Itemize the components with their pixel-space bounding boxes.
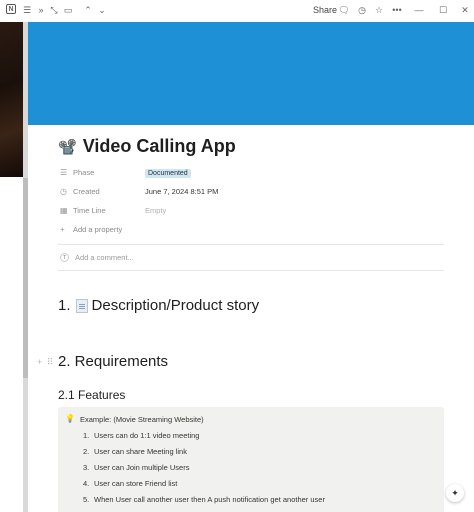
list-item[interactable]: 3. User can Join multiple Users — [83, 463, 189, 472]
property-label: Phase — [73, 167, 95, 177]
list-number: 5. — [83, 495, 90, 504]
chevron-up-icon[interactable]: ⌃ — [82, 4, 94, 16]
heading-text: Description/Product story — [91, 297, 260, 314]
heading-requirements[interactable]: 2. Requirements — [58, 353, 168, 370]
list-item[interactable]: 2. User can share Meeting link — [83, 447, 187, 456]
comment-placeholder: Add a comment... — [75, 253, 134, 262]
list-text: User can Join multiple Users — [94, 463, 190, 472]
list-text: User can store Friend list — [94, 479, 178, 488]
list-number: 3. — [83, 463, 90, 472]
add-property-button[interactable]: + Add a property — [60, 222, 122, 236]
ai-assistant-button[interactable]: ✦ — [446, 484, 464, 502]
menu-icon[interactable]: ☰ — [21, 4, 33, 16]
property-created[interactable]: ◷ Created June 7, 2024 8:51 PM — [60, 184, 360, 198]
page-title-row: 📽️ Video Calling App — [58, 136, 236, 157]
lightbulb-icon[interactable]: 💡 — [65, 414, 75, 423]
property-value: June 7, 2024 8:51 PM — [145, 186, 219, 196]
list-number: 2. — [83, 447, 90, 456]
sidebar-icon[interactable]: ▭ — [62, 4, 74, 16]
calendar-icon: ▦ — [60, 205, 68, 215]
add-property-label: Add a property — [73, 224, 123, 234]
list-number: 4. — [83, 479, 90, 488]
plus-icon: + — [60, 224, 65, 234]
share-button[interactable]: Share — [313, 5, 337, 15]
property-value[interactable]: Documented — [145, 168, 191, 178]
list-text: User can share Meeting link — [94, 447, 187, 456]
sparkle-icon: ✦ — [451, 487, 459, 498]
list-number: 1. — [83, 431, 90, 440]
close-icon[interactable]: ✕ — [459, 4, 471, 16]
property-label: Created — [73, 186, 100, 196]
collapse-icon[interactable]: ⤡ — [48, 4, 60, 16]
list-item[interactable]: 5. When User call another user then A pu… — [83, 495, 325, 504]
heading-description[interactable]: 1. Description/Product story — [58, 297, 259, 314]
list-text: When User call another user then A push … — [94, 495, 325, 504]
double-chevron-icon[interactable]: » — [35, 4, 47, 16]
top-bar: N ☰ » ⤡ ▭ ⌃ ⌄ Share 🗨 ◷ ☆ ••• — ☐ ✕ — [0, 0, 474, 22]
drag-handle-icon[interactable]: + ⠿ — [37, 357, 54, 368]
status-badge: Documented — [145, 168, 191, 178]
history-icon[interactable]: ◷ — [356, 4, 368, 16]
list-item[interactable]: 4. User can store Friend list — [83, 479, 177, 488]
divider — [58, 270, 444, 271]
star-icon[interactable]: ☆ — [373, 4, 385, 16]
heading-features[interactable]: 2.1 Features — [58, 388, 125, 402]
page-title[interactable]: Video Calling App — [83, 136, 236, 157]
callout-block[interactable]: 💡 Example: (Movie Streaming Website) 1. … — [58, 407, 444, 512]
property-phase[interactable]: ☰ Phase Documented — [60, 165, 360, 179]
comment-input[interactable]: T Add a comment... — [60, 253, 134, 262]
callout-title: Example: (Movie Streaming Website) — [80, 415, 204, 424]
divider — [58, 244, 444, 245]
list-item[interactable]: 1. Users can do 1:1 video meeting — [83, 431, 199, 440]
document-icon — [75, 298, 88, 313]
chevron-down-icon[interactable]: ⌄ — [96, 4, 108, 16]
projector-icon[interactable]: 📽️ — [58, 138, 77, 156]
list-text: Users can do 1:1 video meeting — [94, 431, 200, 440]
notion-logo-icon[interactable]: N — [6, 4, 16, 14]
property-value[interactable]: Empty — [145, 206, 166, 215]
page-cover[interactable] — [28, 22, 474, 125]
maximize-icon[interactable]: ☐ — [437, 4, 449, 16]
minimize-icon[interactable]: — — [413, 4, 425, 16]
more-icon[interactable]: ••• — [391, 4, 403, 16]
list-icon: ☰ — [60, 167, 68, 177]
background-image-fragment — [0, 22, 24, 177]
comment-icon[interactable]: 🗨 — [338, 4, 350, 16]
property-label: Time Line — [73, 205, 106, 215]
clock-icon: ◷ — [60, 186, 67, 196]
avatar: T — [60, 253, 69, 262]
property-timeline[interactable]: ▦ Time Line Empty — [60, 203, 360, 217]
page-content: 📽️ Video Calling App ☰ Phase Documented … — [28, 125, 474, 512]
heading-number: 1. — [58, 297, 71, 314]
